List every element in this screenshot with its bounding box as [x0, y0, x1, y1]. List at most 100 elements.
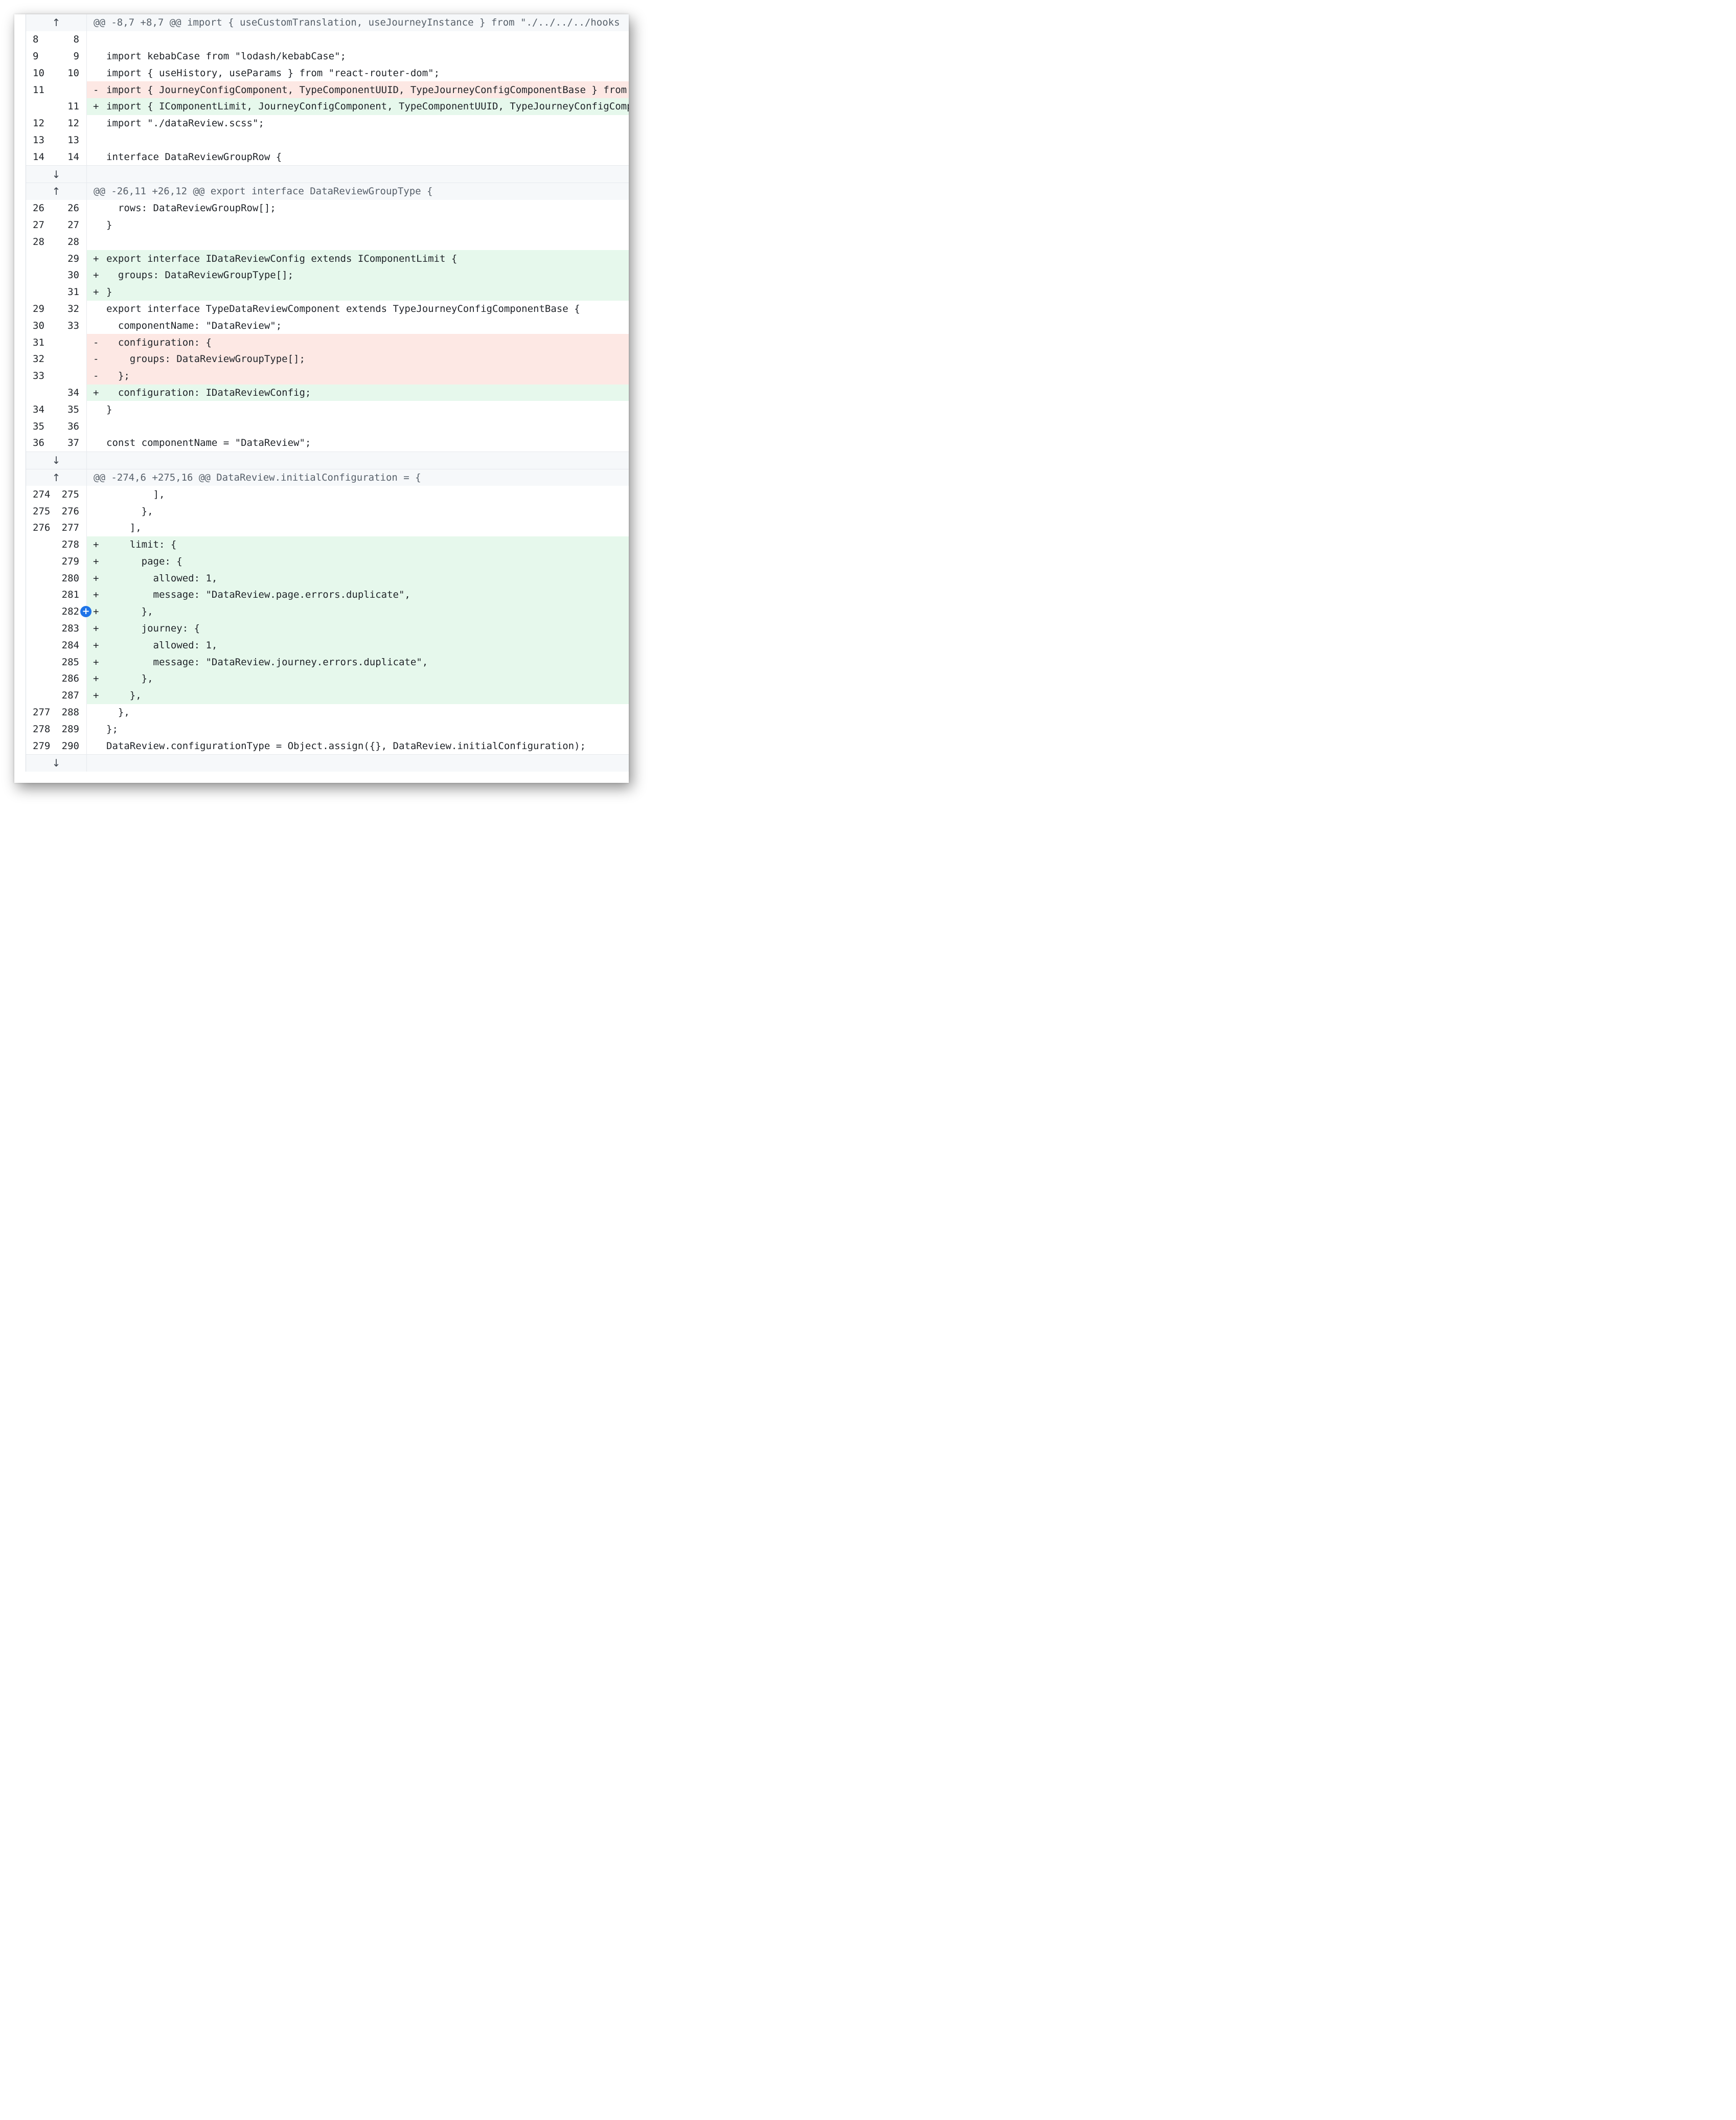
- old-line-number[interactable]: 29: [26, 303, 56, 314]
- old-line-number[interactable]: 26: [26, 202, 56, 214]
- old-line-number[interactable]: 274: [26, 489, 56, 500]
- new-line-number[interactable]: 285: [56, 657, 86, 668]
- code-text: message: "DataReview.journey.errors.dupl…: [106, 656, 428, 668]
- new-line-number[interactable]: 281: [56, 589, 86, 600]
- added-line: 30 + groups: DataReviewGroupType[];: [26, 266, 629, 284]
- old-line-number[interactable]: 279: [26, 740, 56, 752]
- expand-up-button[interactable]: ↑: [26, 14, 87, 31]
- context-line: 277 288 },: [26, 704, 629, 721]
- new-line-number[interactable]: 283: [56, 623, 86, 634]
- new-line-number[interactable]: 276: [56, 506, 86, 517]
- old-line-number[interactable]: 31: [26, 337, 56, 348]
- diff-sign: +: [93, 623, 99, 635]
- new-line-number[interactable]: 280: [56, 573, 86, 584]
- new-line-number[interactable]: 279: [56, 556, 86, 567]
- new-line-number[interactable]: 30: [56, 269, 86, 281]
- new-line-number[interactable]: 286: [56, 673, 86, 684]
- new-line-number[interactable]: 35: [56, 404, 86, 415]
- old-line-number[interactable]: 278: [26, 724, 56, 735]
- diff-sign: -: [93, 336, 99, 348]
- added-line: 11 + import { IComponentLimit, JourneyConf…: [26, 98, 629, 115]
- new-line-number[interactable]: 288: [56, 707, 86, 718]
- added-line: 34 + configuration: IDataReviewConfig;: [26, 384, 629, 401]
- arrow-down-icon[interactable]: ↓: [52, 169, 61, 179]
- code-cell: + import { IComponentLimit, JourneyConfig…: [87, 98, 629, 115]
- expand-up-button[interactable]: ↑: [26, 469, 87, 486]
- new-line-number[interactable]: 287: [56, 690, 86, 701]
- arrow-down-icon[interactable]: ↓: [52, 758, 61, 768]
- expand-row: ↓: [26, 754, 629, 772]
- old-line-number[interactable]: 35: [26, 421, 56, 432]
- old-line-number[interactable]: 27: [26, 219, 56, 231]
- expand-row-fill: [87, 166, 629, 183]
- expand-down-button[interactable]: ↓: [26, 755, 87, 772]
- old-line-number[interactable]: 9: [26, 51, 56, 62]
- add-comment-button[interactable]: +: [80, 606, 92, 618]
- new-line-number[interactable]: 29: [56, 253, 86, 264]
- old-line-number[interactable]: 14: [26, 151, 56, 163]
- arrow-up-icon[interactable]: ↑: [52, 472, 61, 483]
- diff-sign: +: [93, 606, 99, 618]
- new-line-number[interactable]: 12: [56, 118, 86, 129]
- old-line-number[interactable]: 8: [26, 34, 56, 45]
- new-line-number[interactable]: 278: [56, 539, 86, 550]
- old-line-number[interactable]: 10: [26, 67, 56, 79]
- code-text: import kebabCase from "lodash/kebabCase"…: [106, 50, 346, 62]
- diff-sign: [93, 724, 106, 735]
- new-line-number[interactable]: 33: [56, 320, 86, 331]
- expand-down-button[interactable]: ↓: [26, 166, 87, 183]
- diff-sign: +: [93, 673, 99, 685]
- old-line-number[interactable]: 276: [26, 522, 56, 533]
- old-line-number[interactable]: 12: [26, 118, 56, 129]
- new-line-number[interactable]: 289: [56, 724, 86, 735]
- expand-row-fill: [87, 452, 629, 469]
- old-line-number[interactable]: 11: [26, 84, 56, 96]
- new-line-number[interactable]: 10: [56, 67, 86, 79]
- new-line-number[interactable]: 37: [56, 437, 86, 448]
- old-line-number[interactable]: 32: [26, 353, 56, 365]
- old-line-number[interactable]: 30: [26, 320, 56, 331]
- new-line-number[interactable]: 28: [56, 236, 86, 247]
- new-line-number[interactable]: 290: [56, 740, 86, 752]
- old-line-number[interactable]: 34: [26, 404, 56, 415]
- old-line-number[interactable]: 33: [26, 370, 56, 381]
- old-line-number[interactable]: 36: [26, 437, 56, 448]
- new-line-number[interactable]: 36: [56, 421, 86, 432]
- code-cell: import kebabCase from "lodash/kebabCase"…: [87, 48, 629, 65]
- added-line: 280 + allowed: 1,: [26, 570, 629, 587]
- new-line-number[interactable]: 31: [56, 286, 86, 298]
- new-line-number[interactable]: 8: [56, 34, 86, 45]
- hunk-header-row: ↑ @@ -274,6 +275,16 @@ DataReview.initial…: [26, 468, 629, 486]
- old-line-number[interactable]: 28: [26, 236, 56, 247]
- new-line-number[interactable]: 14: [56, 151, 86, 163]
- arrow-up-icon[interactable]: ↑: [52, 17, 61, 28]
- expand-up-button[interactable]: ↑: [26, 183, 87, 200]
- new-line-number[interactable]: 284: [56, 640, 86, 651]
- added-line: 285 + message: "DataReview.journey.errors…: [26, 653, 629, 671]
- old-line-number[interactable]: 275: [26, 506, 56, 517]
- new-line-number[interactable]: 9: [56, 51, 86, 62]
- expand-down-button[interactable]: ↓: [26, 452, 87, 469]
- new-line-number[interactable]: 13: [56, 134, 86, 146]
- new-line-number[interactable]: 26: [56, 202, 86, 214]
- line-number-gutter: 33: [26, 367, 87, 385]
- diff-sign: +: [93, 572, 99, 584]
- plus-icon[interactable]: +: [82, 607, 89, 616]
- old-line-number[interactable]: 277: [26, 707, 56, 718]
- context-line: 275 276 },: [26, 503, 629, 520]
- arrow-down-icon[interactable]: ↓: [52, 455, 61, 465]
- arrow-up-icon[interactable]: ↑: [52, 186, 61, 196]
- new-line-number[interactable]: 11: [56, 101, 86, 112]
- new-line-number[interactable]: 277: [56, 522, 86, 533]
- new-line-number[interactable]: 34: [56, 387, 86, 398]
- context-line: 13 13: [26, 131, 629, 149]
- line-number-gutter: 14 14: [26, 148, 87, 166]
- old-line-number[interactable]: 13: [26, 134, 56, 146]
- new-line-number[interactable]: 275: [56, 489, 86, 500]
- line-number-gutter: 280: [26, 570, 87, 587]
- hunk-header-text: @@ -26,11 +26,12 @@ export interface Dat…: [94, 186, 433, 197]
- code-cell: }: [87, 401, 629, 418]
- new-line-number[interactable]: 32: [56, 303, 86, 314]
- new-line-number[interactable]: 27: [56, 219, 86, 231]
- code-text: allowed: 1,: [106, 639, 218, 651]
